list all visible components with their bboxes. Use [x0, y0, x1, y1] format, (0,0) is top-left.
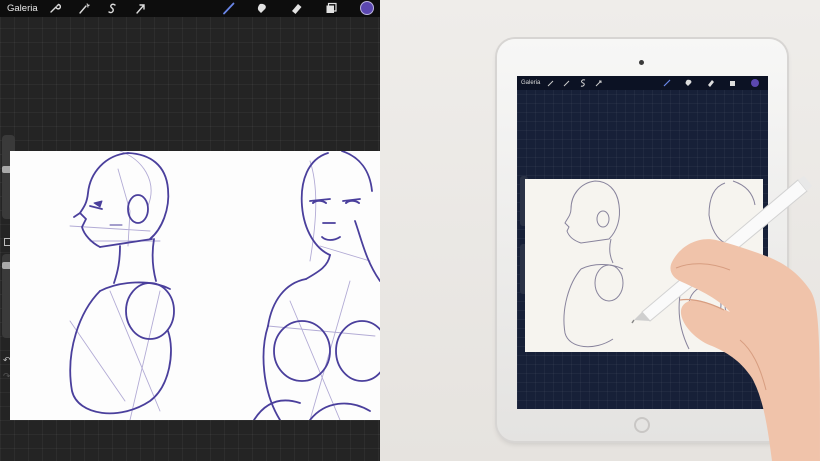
eraser-icon[interactable] [290, 2, 303, 15]
procreate-app: Galeria ↶ ↷ [0, 0, 380, 461]
ipad-photo: Galeria [380, 0, 820, 461]
magic-wand-icon[interactable] [77, 2, 90, 15]
selection-icon[interactable] [106, 2, 119, 15]
transform-arrow-icon[interactable] [134, 2, 147, 15]
brush-icon[interactable] [222, 2, 235, 15]
drawing-canvas[interactable] [10, 151, 380, 420]
gallery-button[interactable]: Galeria [7, 2, 38, 15]
layers-icon[interactable] [325, 2, 338, 15]
color-icon[interactable] [360, 1, 374, 15]
figure-sketch [69, 151, 380, 420]
hand-with-pencil [631, 176, 820, 461]
top-toolbar: Galeria [0, 0, 380, 17]
smudge-icon[interactable] [256, 2, 269, 15]
wrench-icon[interactable] [48, 2, 61, 15]
